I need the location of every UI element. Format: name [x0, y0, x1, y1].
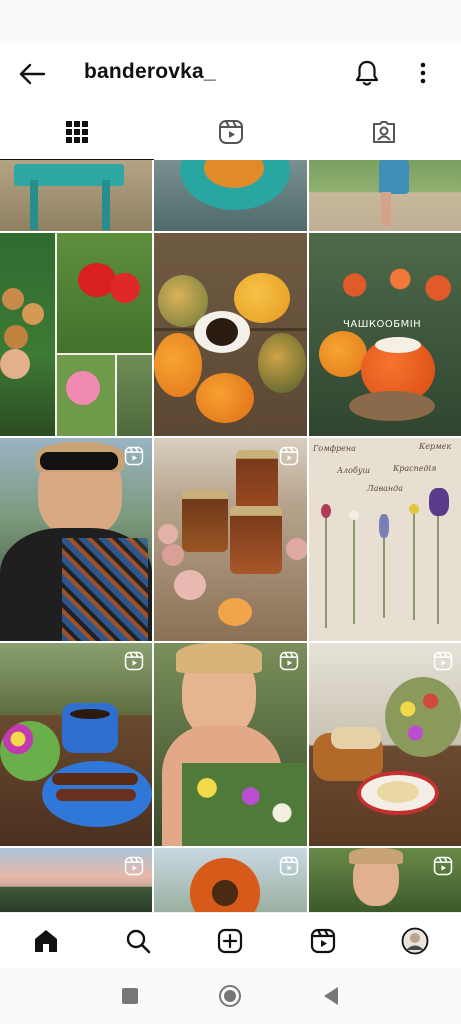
create-icon	[218, 928, 243, 953]
nav-reels[interactable]	[300, 918, 346, 964]
post-thumbnail[interactable]	[309, 160, 461, 231]
post-overlay-text: ЧАШКООБМІН	[343, 319, 422, 330]
post-thumbnail[interactable]	[154, 643, 307, 846]
nav-create[interactable]	[207, 918, 253, 964]
post-thumbnail[interactable]: ЧАШКООБМІН	[309, 233, 461, 436]
tab-posts-grid[interactable]	[0, 104, 154, 160]
flower-label: Гомфрена	[313, 444, 356, 453]
posts-grid: ЧАШКООБМІН Гомфрена Кермек Алобуш Краспе…	[0, 160, 461, 912]
recent-apps-button[interactable]	[110, 976, 150, 1016]
tagged-icon	[373, 121, 396, 143]
flower-label: Краспедія	[393, 464, 437, 473]
post-thumbnail[interactable]	[154, 233, 307, 436]
reel-indicator-icon	[124, 856, 144, 876]
tab-reels[interactable]	[154, 104, 308, 160]
reels-icon	[310, 928, 335, 953]
flower-label: Лаванда	[367, 484, 403, 493]
post-thumbnail[interactable]	[0, 643, 152, 846]
reels-icon	[218, 120, 243, 144]
nav-profile[interactable]	[392, 918, 438, 964]
post-thumbnail[interactable]	[154, 848, 307, 912]
post-thumbnail[interactable]: Гомфрена Кермек Алобуш Краспедія Лаванда	[309, 438, 461, 641]
post-thumbnail[interactable]	[154, 438, 307, 641]
profile-avatar	[401, 927, 429, 954]
profile-username: banderovka_	[84, 60, 216, 83]
post-thumbnail[interactable]	[154, 160, 307, 231]
post-thumbnail[interactable]	[0, 438, 152, 641]
reel-indicator-icon	[124, 446, 144, 466]
notifications-button[interactable]	[352, 58, 382, 88]
profile-tabs	[0, 104, 461, 160]
reel-indicator-icon	[279, 446, 299, 466]
flower-label: Алобуш	[337, 466, 371, 475]
back-button[interactable]	[16, 60, 48, 88]
reel-indicator-icon	[433, 856, 453, 876]
nav-home[interactable]	[23, 918, 69, 964]
flower-label: Кермек	[419, 442, 452, 451]
system-navigation	[0, 968, 461, 1024]
nav-search[interactable]	[115, 918, 161, 964]
grid-icon	[65, 121, 88, 143]
bottom-navigation	[0, 912, 461, 968]
bell-icon	[355, 60, 379, 86]
more-vertical-icon	[420, 62, 426, 84]
home-icon	[35, 929, 58, 952]
search-icon	[127, 929, 151, 953]
reel-indicator-icon	[124, 651, 144, 671]
reel-indicator-icon	[433, 651, 453, 671]
arrow-left-icon	[19, 63, 46, 85]
post-thumbnail[interactable]	[0, 848, 152, 912]
home-circle-icon	[219, 985, 242, 1007]
post-thumbnail[interactable]	[0, 160, 152, 231]
recent-apps-icon	[122, 988, 139, 1004]
tab-tagged[interactable]	[307, 104, 461, 160]
reel-indicator-icon	[279, 651, 299, 671]
more-options-button[interactable]	[412, 58, 434, 88]
profile-header: banderovka_	[0, 44, 461, 104]
back-system-button[interactable]	[311, 976, 351, 1016]
post-thumbnail[interactable]	[0, 233, 152, 436]
post-thumbnail[interactable]	[309, 848, 461, 912]
status-bar	[0, 0, 461, 44]
post-thumbnail[interactable]	[309, 643, 461, 846]
reel-indicator-icon	[279, 856, 299, 876]
home-system-button[interactable]	[210, 976, 250, 1016]
back-triangle-icon	[323, 987, 338, 1005]
